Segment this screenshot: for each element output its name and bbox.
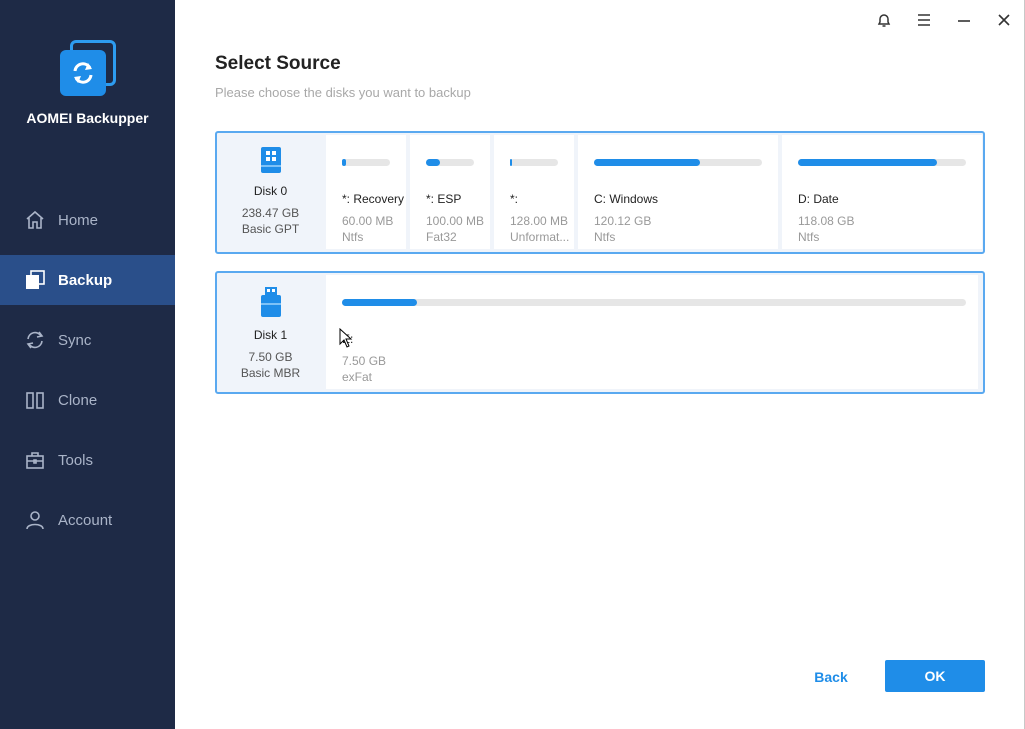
disk-size: 7.50 GB — [248, 350, 293, 364]
nav-item-account[interactable]: Account — [0, 495, 175, 545]
partition-fs: Ntfs — [342, 230, 364, 244]
partition-fs: Unformat... — [510, 230, 570, 244]
disk-card-0[interactable]: Disk 0 238.47 GB Basic GPT *: Recovery 6… — [215, 131, 985, 254]
page-title: Select Source — [215, 53, 341, 74]
partition-recovery[interactable]: *: Recovery 60.00 MB Ntfs — [326, 135, 406, 249]
app-logo — [58, 40, 118, 98]
disk-info: Disk 0 238.47 GB Basic GPT — [217, 133, 324, 252]
partition-esp[interactable]: *: ESP 100.00 MB Fat32 — [410, 135, 490, 249]
home-icon — [24, 209, 46, 231]
partition-size: 118.08 GB — [798, 214, 855, 228]
minimize-icon[interactable] — [954, 10, 974, 30]
partition-d-date[interactable]: D: Date 118.08 GB Ntfs — [782, 135, 982, 249]
disk-name: Disk 1 — [253, 328, 288, 342]
disk-type: Basic GPT — [241, 222, 300, 236]
nav-label-backup: Backup — [58, 271, 113, 289]
nav-item-sync[interactable]: Sync — [0, 315, 175, 365]
partition-fs: exFat — [342, 370, 373, 384]
partition-name: *: ESP — [426, 192, 462, 206]
disk-card-1[interactable]: Disk 1 7.50 GB Basic MBR E: 7.50 GB exFa… — [215, 271, 985, 394]
disk-type: Basic MBR — [240, 366, 301, 380]
nav-item-clone[interactable]: Clone — [0, 375, 175, 425]
partition-list: *: Recovery 60.00 MB Ntfs *: ESP 100.00 … — [324, 133, 984, 252]
nav-label-clone: Clone — [58, 391, 98, 409]
usb-drive-icon — [257, 287, 285, 322]
nav-label-sync: Sync — [58, 331, 92, 349]
backup-icon — [24, 269, 46, 291]
page-subtitle: Please choose the disks you want to back… — [215, 85, 471, 100]
partition-size: 128.00 MB — [510, 214, 569, 228]
partition-name: D: Date — [798, 192, 839, 206]
sidebar: AOMEI Backupper Home Backup Sync Clone T… — [0, 0, 175, 729]
usage-bar — [798, 159, 966, 166]
menu-icon[interactable] — [914, 10, 934, 30]
back-button[interactable]: Back — [790, 662, 872, 692]
partition-c-windows[interactable]: C: Windows 120.12 GB Ntfs — [578, 135, 778, 249]
partition-e[interactable]: E: 7.50 GB exFat — [326, 275, 978, 389]
ok-button[interactable]: OK — [885, 660, 985, 692]
sync-icon — [24, 329, 46, 351]
disk-info: Disk 1 7.50 GB Basic MBR — [217, 273, 324, 392]
partition-fs: Ntfs — [594, 230, 616, 244]
nav-item-home[interactable]: Home — [0, 195, 175, 245]
partition-size: 7.50 GB — [342, 354, 387, 368]
partition-size: 100.00 MB — [426, 214, 485, 228]
partition-list: E: 7.50 GB exFat — [324, 273, 983, 392]
usage-bar — [426, 159, 474, 166]
usage-bar — [510, 159, 558, 166]
nav-item-tools[interactable]: Tools — [0, 435, 175, 485]
nav-label-home: Home — [58, 211, 99, 229]
refresh-logo-icon — [73, 62, 93, 84]
partition-fs: Fat32 — [426, 230, 457, 244]
app-name: AOMEI Backupper — [26, 110, 149, 126]
partition-size: 120.12 GB — [594, 214, 652, 228]
partition-name: *: Recovery — [342, 192, 405, 206]
bell-icon[interactable] — [874, 10, 894, 30]
partition-size: 60.00 MB — [342, 214, 394, 228]
partition-unformatted[interactable]: *: 128.00 MB Unformat... — [494, 135, 574, 249]
mouse-cursor-icon — [339, 327, 353, 353]
disk-size: 238.47 GB — [241, 206, 300, 220]
usage-bar — [342, 159, 390, 166]
usage-bar — [594, 159, 762, 166]
disk-name: Disk 0 — [253, 184, 288, 198]
nav-label-tools: Tools — [58, 451, 94, 469]
hard-disk-icon — [257, 147, 285, 178]
partition-fs: Ntfs — [798, 230, 820, 244]
account-icon — [24, 509, 46, 531]
partition-name: E: — [342, 332, 978, 346]
nav-item-backup[interactable]: Backup — [0, 255, 175, 305]
nav-label-account: Account — [58, 511, 113, 529]
usage-bar — [342, 299, 966, 306]
partition-name: C: Windows — [594, 192, 659, 206]
clone-icon — [24, 389, 46, 411]
tools-icon — [24, 449, 46, 471]
partition-name: *: — [510, 192, 519, 206]
close-icon[interactable] — [994, 10, 1014, 30]
